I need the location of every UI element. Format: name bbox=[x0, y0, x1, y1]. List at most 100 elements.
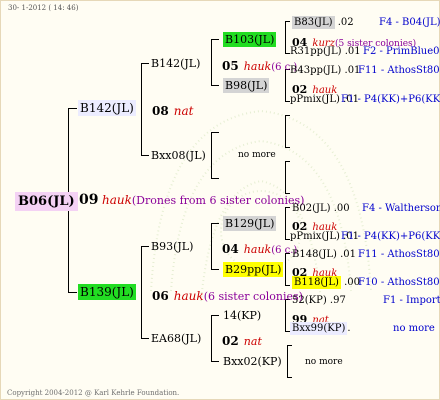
bracket-6 bbox=[285, 253, 286, 285]
ttt-node[interactable]: B103(JL) bbox=[223, 32, 277, 47]
leaf4-line3-id[interactable]: B118(JL) bbox=[292, 276, 341, 289]
bracket-3 bbox=[285, 115, 286, 147]
leaf1-line1-year: .02 bbox=[337, 17, 354, 28]
tb-node[interactable]: Bxx08(JL) bbox=[151, 150, 206, 161]
root-gen: 09 bbox=[79, 192, 99, 208]
leaf1-line1: B83(JL) .02 bbox=[292, 16, 354, 29]
leaf5-line3: Bxx99(KP). bbox=[290, 322, 351, 335]
bracket-8-bottom bbox=[287, 377, 292, 378]
bottom-queen: hauk bbox=[173, 289, 204, 303]
bbb-id[interactable]: Bxx02(KP) bbox=[223, 355, 282, 368]
bbt-node[interactable]: 14(KP) bbox=[223, 310, 261, 321]
leaf1-line3: R31pp(JL) .01 bbox=[290, 47, 361, 57]
leaf3-line1-id[interactable]: B02(JL) bbox=[292, 203, 331, 214]
root-info: 09 hauk(Drones from 6 sister colonies) bbox=[79, 193, 304, 207]
bracket-8-top bbox=[287, 345, 292, 346]
bt-node[interactable]: B93(JL) bbox=[151, 241, 193, 252]
connector-bottom-upper bbox=[141, 246, 149, 247]
leaf3-line3-right: F1 - P4(KK)+P6(KK) bbox=[341, 231, 440, 242]
tb-nomore: no more bbox=[238, 150, 276, 160]
bracket-8 bbox=[287, 345, 288, 377]
ttt-id[interactable]: B103(JL) bbox=[223, 32, 277, 47]
leaf1-line3-year: .01 bbox=[344, 46, 361, 57]
leaf3-line1-right: F4 - Waltherson bbox=[362, 203, 440, 214]
bracket-5 bbox=[285, 207, 286, 239]
leaf1-line1-id[interactable]: B83(JL) bbox=[292, 16, 335, 29]
connector-bottom-vertical bbox=[141, 246, 142, 338]
bottom-node[interactable]: B139(JL) bbox=[78, 284, 136, 300]
bottom-note: (6 sister colonies) bbox=[203, 290, 303, 303]
bb-node[interactable]: EA68(JL) bbox=[151, 333, 201, 344]
root-queen: hauk bbox=[101, 193, 132, 207]
leaf4-line3: B118(JL) .00 bbox=[292, 276, 360, 289]
btb-node[interactable]: B29pp(JL) bbox=[223, 262, 284, 277]
top-id[interactable]: B142(JL) bbox=[78, 100, 136, 116]
bt-id[interactable]: B93(JL) bbox=[151, 240, 193, 253]
leaf4-line1-id[interactable]: B148(JL) bbox=[292, 249, 337, 260]
top-node[interactable]: B142(JL) bbox=[78, 100, 136, 116]
bracket-6-bottom bbox=[285, 285, 290, 286]
bracket-1-top bbox=[285, 21, 290, 22]
leaf3-line1: B02(JL) .00 bbox=[292, 204, 350, 214]
leaf2-line3-id[interactable]: pPmix(JL) bbox=[290, 94, 340, 105]
leaf1-line3-right: F2 - PrimBlue00 bbox=[363, 46, 440, 57]
root-id[interactable]: B06(JL) bbox=[15, 192, 78, 211]
leaf5-line1-id[interactable]: 52(KP) bbox=[292, 295, 327, 306]
connector-bt-vertical bbox=[211, 223, 212, 269]
pedigree-frame: 30- 1-2012 ( 14: 46) B06(JL) 09 hauk(Dro… bbox=[0, 0, 440, 400]
leaf2-line1-right: F11 - AthosSt80R bbox=[358, 65, 440, 76]
connector-top-upper bbox=[141, 63, 149, 64]
bb-info: 02 nat bbox=[222, 332, 262, 348]
bbt-id[interactable]: 14(KP) bbox=[223, 309, 261, 322]
connector-tt-vertical bbox=[211, 39, 212, 85]
leaf2-line1-id[interactable]: B43pp(JL) bbox=[290, 65, 341, 76]
leaf4-line1-year: .01 bbox=[340, 249, 356, 260]
connector-tb-vertical bbox=[211, 132, 212, 178]
top-queen: nat bbox=[173, 104, 194, 118]
connector-root-bottom bbox=[68, 292, 77, 293]
tt-queen: hauk bbox=[243, 60, 272, 73]
bracket-4-top bbox=[285, 161, 290, 162]
root-note: (Drones from 6 sister colonies) bbox=[131, 194, 305, 207]
bracket-4 bbox=[285, 161, 286, 193]
btt-node[interactable]: B129(JL) bbox=[223, 216, 277, 231]
ttb-id[interactable]: B98(JL) bbox=[223, 78, 270, 93]
copyright-footer: Copyright 2004-2012 @ Karl Kehrle Founda… bbox=[7, 389, 180, 397]
bb-id[interactable]: EA68(JL) bbox=[151, 332, 201, 345]
connector-bb-upper bbox=[211, 315, 219, 316]
connector-bt-upper bbox=[211, 223, 219, 224]
leaf5-line3-right: no more bbox=[393, 323, 435, 334]
root-node[interactable]: B06(JL) bbox=[15, 192, 78, 211]
btt-id[interactable]: B129(JL) bbox=[223, 216, 277, 231]
top-gen: 08 bbox=[152, 104, 169, 118]
bbb-node[interactable]: Bxx02(KP) bbox=[223, 356, 282, 367]
leaf5-line3-year: . bbox=[347, 323, 351, 334]
bt-gen: 04 bbox=[222, 242, 239, 256]
leaf3-line3-id[interactable]: pPmix(JL) bbox=[290, 231, 340, 242]
bt-info: 04 hauk(6 c.) bbox=[222, 240, 297, 256]
connector-top-lower bbox=[141, 155, 149, 156]
bracket-5-top bbox=[285, 207, 290, 208]
bracket-2 bbox=[285, 69, 286, 101]
leaf5-line3-id[interactable]: Bxx99(KP) bbox=[290, 322, 348, 335]
connector-bt-lower bbox=[211, 269, 219, 270]
tt-node[interactable]: B142(JL) bbox=[151, 58, 200, 69]
leaf5-line1: 52(KP) .97 bbox=[292, 296, 346, 306]
leaf4-line3-right: F10 - AthosSt80R bbox=[358, 277, 440, 288]
ttb-node[interactable]: B98(JL) bbox=[223, 78, 270, 93]
bb-queen: nat bbox=[243, 335, 262, 348]
bt-queen: hauk bbox=[243, 243, 272, 256]
btb-id[interactable]: B29pp(JL) bbox=[223, 262, 284, 277]
leaf3-line1-year: .00 bbox=[333, 203, 350, 214]
connector-tt-upper bbox=[211, 39, 219, 40]
leaf1-line3-id[interactable]: R31pp(JL) bbox=[290, 46, 342, 57]
tt-id[interactable]: B142(JL) bbox=[151, 57, 200, 70]
bracket-3-bottom bbox=[285, 147, 290, 148]
bottom-id[interactable]: B139(JL) bbox=[78, 284, 136, 300]
bottom-info: 06 hauk(6 sister colonies) bbox=[152, 287, 303, 303]
leaf1-line1-right: F4 - B04(JL) bbox=[379, 17, 440, 28]
top-info: 08 nat bbox=[152, 102, 194, 118]
tt-gen: 05 bbox=[222, 59, 239, 73]
tt-info: 05 hauk(6 c.) bbox=[222, 57, 297, 73]
tb-id[interactable]: Bxx08(JL) bbox=[151, 149, 206, 162]
